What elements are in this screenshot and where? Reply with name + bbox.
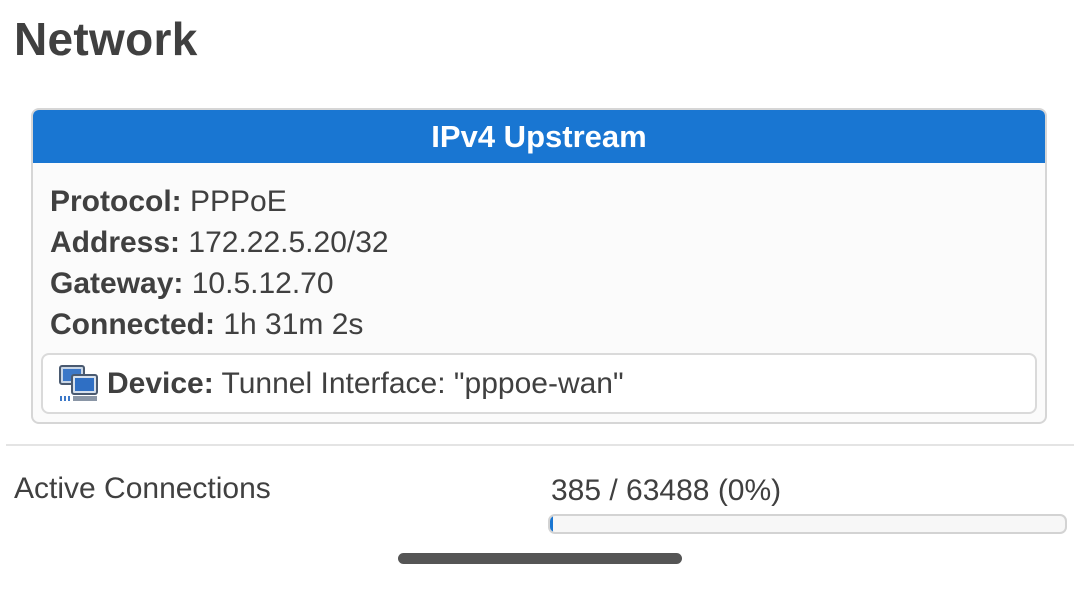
protocol-label: Protocol:	[50, 185, 182, 218]
device-box: Device: Tunnel Interface: "pppoe-wan"	[41, 353, 1037, 414]
gateway-label: Gateway:	[50, 267, 184, 300]
active-connections-progress	[548, 514, 1067, 534]
address-row: Address: 172.22.5.20/32	[50, 222, 1045, 263]
ipv4-upstream-heading: IPv4 Upstream	[33, 110, 1045, 163]
network-status-page: Network IPv4 Upstream Protocol: PPPoE Ad…	[0, 0, 1080, 590]
gateway-value: 10.5.12.70	[191, 267, 334, 300]
device-value: Tunnel Interface: "pppoe-wan"	[221, 366, 624, 400]
address-label: Address:	[50, 226, 181, 259]
protocol-row: Protocol: PPPoE	[50, 181, 1045, 222]
device-label: Device:	[107, 366, 214, 400]
active-connections-value: 385 / 63488 (0%)	[551, 474, 782, 507]
page-title: Network	[14, 13, 198, 65]
section-divider	[6, 444, 1074, 446]
network-device-icon	[57, 362, 101, 406]
connected-value: 1h 31m 2s	[223, 308, 364, 341]
device-text: Device: Tunnel Interface: "pppoe-wan"	[107, 367, 624, 401]
protocol-value: PPPoE	[190, 185, 287, 218]
active-connections-progress-fill	[550, 516, 554, 532]
address-value: 172.22.5.20/32	[188, 226, 389, 259]
connected-label: Connected:	[50, 308, 215, 341]
ipv4-upstream-box: IPv4 Upstream Protocol: PPPoE Address: 1…	[31, 108, 1047, 424]
connected-row: Connected: 1h 31m 2s	[50, 304, 1045, 345]
gateway-row: Gateway: 10.5.12.70	[50, 263, 1045, 304]
active-connections-label: Active Connections	[14, 472, 271, 505]
home-indicator[interactable]	[398, 553, 682, 564]
upstream-details: Protocol: PPPoE Address: 172.22.5.20/32 …	[33, 163, 1045, 345]
